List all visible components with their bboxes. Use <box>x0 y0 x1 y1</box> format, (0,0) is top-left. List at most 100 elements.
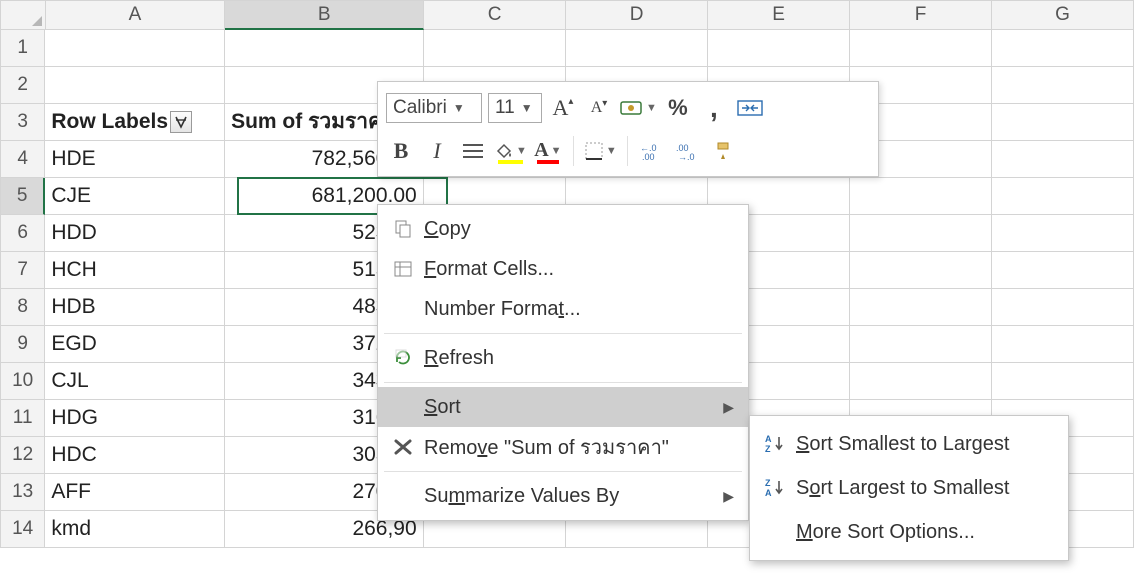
cell-G10[interactable] <box>992 363 1134 400</box>
italic-button[interactable]: I <box>422 135 452 167</box>
cell-G8[interactable] <box>992 289 1134 326</box>
column-header-A[interactable]: A <box>46 0 226 30</box>
cell-A7[interactable]: HCH <box>45 252 225 289</box>
pivot-row-labels-header: Row Labels <box>51 110 168 133</box>
row-header-9[interactable]: 9 <box>0 326 45 363</box>
svg-text:A: A <box>765 434 772 444</box>
increase-decimal-button[interactable]: ←.0.00 <box>638 135 668 167</box>
percent-style-button[interactable]: % <box>663 92 693 124</box>
merge-center-button[interactable] <box>735 92 765 124</box>
cell-A14[interactable]: kmd <box>45 511 225 548</box>
align-button[interactable] <box>458 135 488 167</box>
menu-item-format-cells[interactable]: Format Cells... <box>378 249 748 289</box>
font-size-value: 11 <box>495 97 515 119</box>
cell-F10[interactable] <box>850 363 992 400</box>
row-header-5[interactable]: 5 <box>0 178 45 215</box>
row-header-1[interactable]: 1 <box>0 30 45 67</box>
format-painter-button[interactable] <box>710 135 740 167</box>
cell-A3[interactable]: Row Labels <box>45 104 225 141</box>
fill-color-button[interactable]: ▼ <box>494 135 527 167</box>
row-header-7[interactable]: 7 <box>0 252 45 289</box>
submenu-arrow-icon: ▶ <box>723 399 734 416</box>
row-header-8[interactable]: 8 <box>0 289 45 326</box>
menu-item-sort[interactable]: Sort▶ <box>378 387 748 427</box>
menu-item-number-format[interactable]: Number Format... <box>378 289 748 329</box>
select-all-corner[interactable] <box>0 0 46 30</box>
cell-A9[interactable]: EGD <box>45 326 225 363</box>
row-header-4[interactable]: 4 <box>0 141 45 178</box>
svg-text:→.0: →.0 <box>678 152 695 161</box>
svg-text:.00: .00 <box>642 152 655 161</box>
cell-G5[interactable] <box>992 178 1134 215</box>
bold-button[interactable]: B <box>386 135 416 167</box>
submenu-item-more-sort[interactable]: More Sort Options... <box>750 510 1068 554</box>
font-color-button[interactable]: A ▼ <box>533 135 563 167</box>
cell-G2[interactable] <box>992 67 1134 104</box>
submenu-arrow-icon: ▶ <box>723 488 734 505</box>
row-header-3[interactable]: 3 <box>0 104 45 141</box>
menu-item-refresh[interactable]: Refresh <box>378 338 748 378</box>
cell-A5[interactable]: CJE <box>45 178 225 215</box>
menu-item-summarize[interactable]: Summarize Values By▶ <box>378 476 748 516</box>
row-header-13[interactable]: 13 <box>0 474 45 511</box>
cell-F5[interactable] <box>850 178 992 215</box>
column-header-G[interactable]: G <box>992 0 1134 30</box>
copy-icon <box>388 219 418 239</box>
cell-A8[interactable]: HDB <box>45 289 225 326</box>
font-size-combo[interactable]: 11 ▼ <box>488 93 542 123</box>
submenu-item-sort-asc[interactable]: AZSort Smallest to Largest <box>750 422 1068 466</box>
cell-A6[interactable]: HDD <box>45 215 225 252</box>
cell-A10[interactable]: CJL <box>45 363 225 400</box>
cell-A1[interactable] <box>45 30 225 67</box>
cell-G6[interactable] <box>992 215 1134 252</box>
menu-separator <box>384 382 742 383</box>
pivot-filter-button[interactable] <box>170 111 192 133</box>
cell-G7[interactable] <box>992 252 1134 289</box>
cell-F8[interactable] <box>850 289 992 326</box>
cell-E1[interactable] <box>708 30 850 67</box>
fill-color-swatch <box>498 160 523 164</box>
svg-text:A: A <box>765 488 772 498</box>
row-header-11[interactable]: 11 <box>0 400 45 437</box>
column-header-B[interactable]: B <box>225 0 424 30</box>
cell-A4[interactable]: HDE <box>45 141 225 178</box>
remove-icon <box>388 437 418 457</box>
row-header-12[interactable]: 12 <box>0 437 45 474</box>
decrease-decimal-button[interactable]: .00→.0 <box>674 135 704 167</box>
cell-A11[interactable]: HDG <box>45 400 225 437</box>
decrease-font-button[interactable]: A▾ <box>584 92 614 124</box>
submenu-item-label: More Sort Options... <box>790 521 975 544</box>
cell-C1[interactable] <box>424 30 566 67</box>
row-header-6[interactable]: 6 <box>0 215 45 252</box>
accounting-format-button[interactable]: ▼ <box>620 92 657 124</box>
column-header-D[interactable]: D <box>566 0 708 30</box>
cell-A13[interactable]: AFF <box>45 474 225 511</box>
cell-G1[interactable] <box>992 30 1134 67</box>
cell-B1[interactable] <box>225 30 424 67</box>
cell-F1[interactable] <box>850 30 992 67</box>
cell-G4[interactable] <box>992 141 1134 178</box>
row-header-14[interactable]: 14 <box>0 511 45 548</box>
submenu-item-sort-desc[interactable]: ZASort Largest to Smallest <box>750 466 1068 510</box>
borders-button[interactable]: ▼ <box>584 135 617 167</box>
column-header-C[interactable]: C <box>424 0 566 30</box>
menu-item-remove[interactable]: Remove "Sum of รวมราคา" <box>378 427 748 467</box>
toolbar-separator <box>627 136 628 166</box>
comma-style-button[interactable]: , <box>699 92 729 124</box>
cell-D1[interactable] <box>566 30 708 67</box>
row-header-10[interactable]: 10 <box>0 363 45 400</box>
cell-A12[interactable]: HDC <box>45 437 225 474</box>
cell-F7[interactable] <box>850 252 992 289</box>
cell-F9[interactable] <box>850 326 992 363</box>
column-header-F[interactable]: F <box>850 0 992 30</box>
toolbar-separator <box>573 136 574 166</box>
column-header-E[interactable]: E <box>708 0 850 30</box>
cell-G3[interactable] <box>992 104 1134 141</box>
font-name-combo[interactable]: Calibri ▼ <box>386 93 482 123</box>
row-header-2[interactable]: 2 <box>0 67 45 104</box>
increase-font-button[interactable]: A▴ <box>548 92 578 124</box>
cell-A2[interactable] <box>45 67 225 104</box>
cell-G9[interactable] <box>992 326 1134 363</box>
menu-item-copy[interactable]: Copy <box>378 209 748 249</box>
cell-F6[interactable] <box>850 215 992 252</box>
